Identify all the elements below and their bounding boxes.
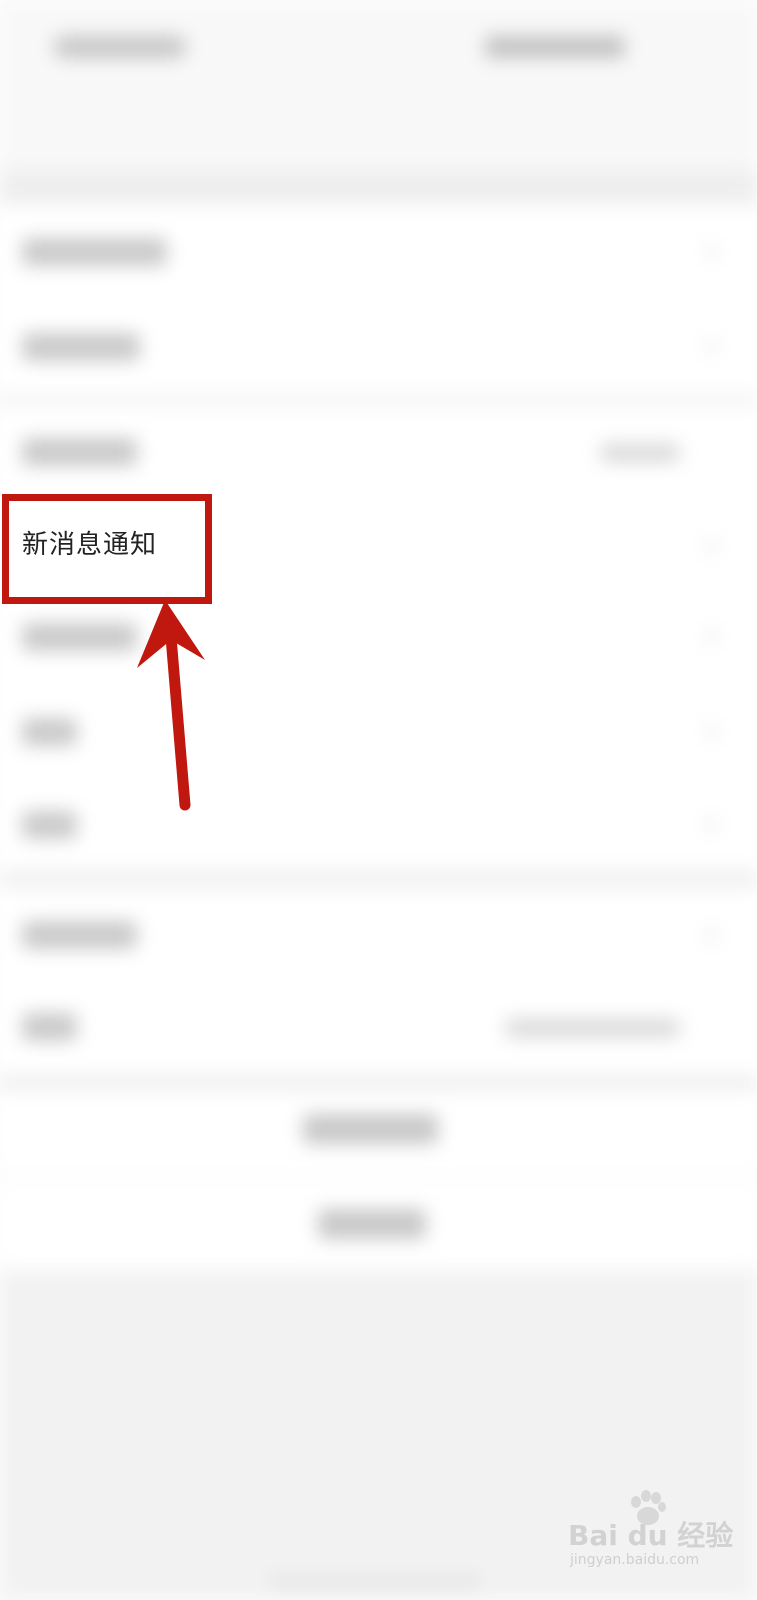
arrow-shaft xyxy=(164,619,191,811)
watermark-brand-text: Bai du 经验 xyxy=(568,1519,734,1552)
annotation-arrow xyxy=(137,600,205,811)
settings-screen: 新消息通知 Bai du 经验 jingyan.baidu.com xyxy=(0,0,757,1600)
watermark-url-text: jingyan.baidu.com xyxy=(570,1552,700,1568)
baidu-jingyan-watermark: Bai du 经验 jingyan.baidu.com xyxy=(568,1490,748,1590)
